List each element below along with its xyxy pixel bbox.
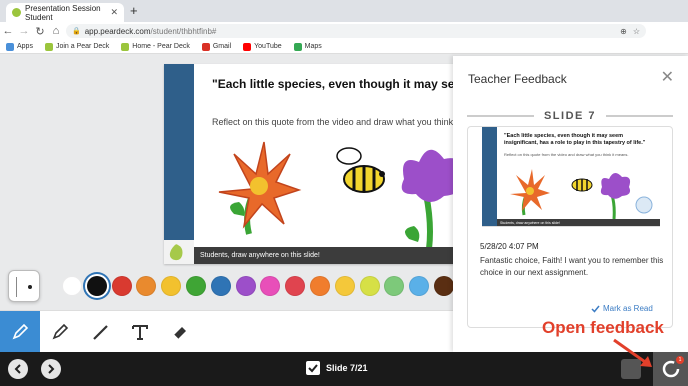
eraser-tool[interactable] xyxy=(160,311,200,353)
maps-icon xyxy=(293,42,302,51)
reload-icon[interactable]: ↻ xyxy=(32,25,48,38)
teacher-feedback-panel: Teacher Feedback ✕ SLIDE 7 "Each little … xyxy=(453,56,688,352)
chevron-left-icon xyxy=(14,364,21,374)
feedback-timestamp: 5/28/20 4:07 PM xyxy=(480,242,539,251)
color-swatch[interactable] xyxy=(334,276,355,296)
drawing-toolbar xyxy=(0,310,453,353)
pear-icon xyxy=(169,244,183,261)
bookmark-label: Maps xyxy=(304,43,322,50)
next-slide-button[interactable] xyxy=(41,359,61,379)
pear-deck-favicon-icon xyxy=(12,8,21,17)
address-bar-row: ← → ↻ ⌂ 🔒 app.peardeck.com/student/thbht… xyxy=(0,22,688,58)
feedback-indicator-icon xyxy=(635,196,653,214)
thumbnail-instruction: Reflect on this quote from the video and… xyxy=(504,152,629,157)
chevron-right-icon xyxy=(48,364,55,374)
url-host: app.peardeck.com xyxy=(84,26,151,36)
bookmark-youtube[interactable]: YouTube xyxy=(243,42,282,51)
tab-close-icon[interactable]: ✕ xyxy=(110,7,118,18)
tab-title: Presentation Session Student xyxy=(25,3,101,22)
thumbnail-quote: "Each little species, even though it may… xyxy=(504,133,646,146)
text-tool[interactable] xyxy=(120,311,160,353)
thumbnail-drawing xyxy=(510,169,631,219)
slide-instruction: Reflect on this quote from the video and… xyxy=(212,117,464,127)
pen-size-selector[interactable] xyxy=(8,270,40,302)
home-icon[interactable]: ⌂ xyxy=(48,25,64,37)
pear-icon xyxy=(44,42,53,51)
forward-arrow-icon[interactable]: → xyxy=(16,25,32,37)
zoom-icon[interactable]: ⊕ xyxy=(620,27,627,36)
color-swatch[interactable] xyxy=(111,276,132,296)
student-drawing xyxy=(218,141,461,249)
slide-side-strip xyxy=(164,64,194,264)
browser-tab-bar: Presentation Session Student ✕ + xyxy=(0,0,688,22)
bookmark-label: Apps xyxy=(17,43,33,50)
color-swatch[interactable] xyxy=(235,276,256,296)
gmail-icon xyxy=(201,42,210,51)
color-swatch[interactable] xyxy=(359,276,380,296)
slide-label-text: SLIDE 7 xyxy=(543,110,597,122)
bottom-navigation-bar: Slide 7/21 xyxy=(0,352,688,386)
marker-tool[interactable] xyxy=(40,311,80,353)
checkbox-icon xyxy=(306,361,320,375)
color-swatch[interactable] xyxy=(434,276,454,296)
divider xyxy=(467,115,534,117)
youtube-icon xyxy=(243,42,252,51)
divider xyxy=(606,115,674,117)
slide-quote: "Each little species, even though it may… xyxy=(212,77,464,91)
bookmark-join-pear-deck[interactable]: Join a Pear Deck xyxy=(44,42,110,51)
apps-grid-icon xyxy=(6,42,14,51)
text-icon xyxy=(132,325,148,340)
line-tool[interactable] xyxy=(80,311,120,353)
size-dot-icon xyxy=(28,285,32,289)
color-swatch[interactable] xyxy=(186,276,206,296)
url-field[interactable]: 🔒 app.peardeck.com/student/thbhtfinb# ⊕ … xyxy=(66,24,646,38)
lock-icon: 🔒 xyxy=(72,28,81,35)
marker-icon xyxy=(52,323,69,340)
slide-number-label: SLIDE 7 xyxy=(467,110,674,122)
thumbnail-footer: Students, draw anywhere on this slide! xyxy=(497,219,660,226)
slide-counter-text: Slide 7/21 xyxy=(326,363,368,373)
new-tab-button[interactable]: + xyxy=(130,4,138,18)
previous-slide-button[interactable] xyxy=(8,359,28,379)
bookmark-home-pear-deck[interactable]: Home - Pear Deck xyxy=(121,42,190,51)
pen-tool[interactable] xyxy=(0,311,40,353)
back-arrow-icon[interactable]: ← xyxy=(0,25,16,37)
thumbnail-strip xyxy=(482,127,497,226)
bookmark-maps[interactable]: Maps xyxy=(293,42,322,51)
size-scale-icon xyxy=(16,277,22,297)
pear-icon xyxy=(121,42,130,51)
checkmark-icon xyxy=(591,305,600,313)
url-path: /student/thbhtfinb# xyxy=(150,26,217,36)
browser-tab[interactable]: Presentation Session Student ✕ xyxy=(6,3,124,22)
slide-canvas[interactable]: "Each little species, even though it may… xyxy=(164,64,464,264)
bookmark-label: YouTube xyxy=(254,43,282,50)
bookmark-apps[interactable]: Apps xyxy=(6,42,33,51)
pen-icon xyxy=(12,323,29,340)
mark-as-read-button[interactable]: Mark as Read xyxy=(591,304,653,313)
slide-counter: Slide 7/21 xyxy=(306,361,368,375)
callout-arrow-icon xyxy=(613,338,652,367)
notification-badge: 1 xyxy=(676,356,684,364)
color-swatch[interactable] xyxy=(210,276,231,296)
feedback-message: Fantastic choice, Faith! I want you to r… xyxy=(480,256,664,277)
color-swatch[interactable] xyxy=(62,276,82,296)
color-swatch[interactable] xyxy=(86,276,107,296)
mark-as-read-label: Mark as Read xyxy=(603,304,653,313)
open-feedback-callout: Open feedback xyxy=(542,318,664,337)
bookmark-label: Join a Pear Deck xyxy=(55,43,110,50)
eraser-icon xyxy=(173,327,186,340)
bookmark-label: Gmail xyxy=(212,43,232,50)
bookmark-star-icon[interactable]: ☆ xyxy=(633,27,640,36)
bookmark-label: Home - Pear Deck xyxy=(132,43,190,50)
feedback-card: "Each little species, even though it may… xyxy=(467,126,673,328)
line-icon xyxy=(93,325,108,340)
close-icon[interactable]: ✕ xyxy=(661,67,674,87)
bookmark-gmail[interactable]: Gmail xyxy=(201,42,232,51)
pear-deck-logo xyxy=(164,240,194,264)
panel-title: Teacher Feedback xyxy=(468,72,567,86)
color-swatch[interactable] xyxy=(310,276,330,296)
bookmarks-bar: Apps Join a Pear Deck Home - Pear Deck G… xyxy=(0,40,688,54)
slide-thumbnail[interactable]: "Each little species, even though it may… xyxy=(482,127,660,227)
slide-footer: Students, draw anywhere on this slide! xyxy=(194,247,464,264)
